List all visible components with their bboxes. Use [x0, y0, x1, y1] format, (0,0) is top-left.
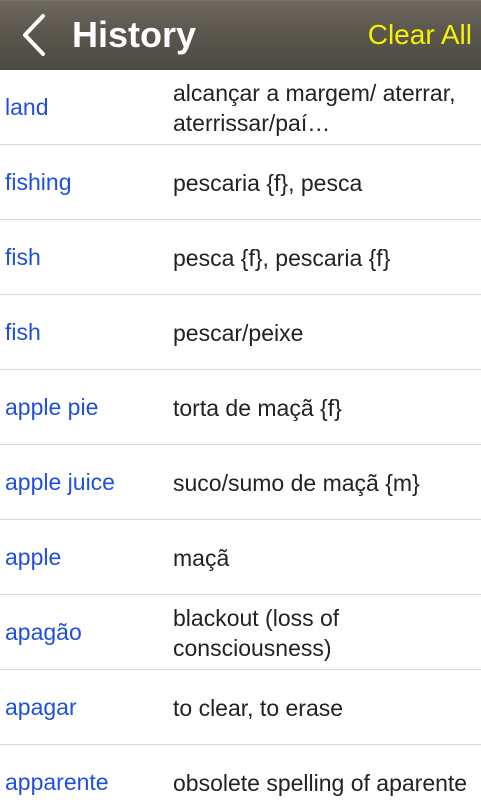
list-item-term: apagar: [5, 693, 77, 720]
list-item-term: apagão: [5, 618, 82, 645]
list-item-definition: obsolete spelling of aparente: [173, 770, 468, 796]
list-item-definition: to clear, to erase: [173, 695, 344, 721]
page-title: History: [72, 14, 197, 55]
list-item-term: fishing: [5, 168, 72, 195]
list-item[interactable]: apple juice suco/sumo de maçã {m}: [0, 445, 481, 520]
history-list: land alcançar a margem/ aterrar, aterris…: [0, 70, 481, 800]
list-item[interactable]: apagar to clear, to erase: [0, 670, 481, 745]
list-item-definition: maçã: [173, 545, 230, 571]
list-item[interactable]: apagão blackout (loss of consciousness): [0, 595, 481, 670]
clear-all-button[interactable]: Clear All: [368, 14, 472, 56]
list-item[interactable]: fish pescar/peixe: [0, 295, 481, 370]
chevron-left-icon: [23, 14, 45, 56]
list-item-term: fish: [5, 243, 41, 270]
list-item-definition: pescaria {f}, pesca: [173, 170, 363, 196]
navigation-bar: History Clear All: [0, 0, 481, 70]
list-item[interactable]: land alcançar a margem/ aterrar, aterris…: [0, 70, 481, 145]
list-item-term: apple: [5, 543, 62, 570]
list-item-term: apple juice: [5, 468, 115, 495]
list-item-term: apple pie: [5, 393, 99, 420]
list-item-term: apparente: [5, 768, 109, 795]
list-item[interactable]: apple pie torta de maçã {f}: [0, 370, 481, 445]
list-item-definition: pescar/peixe: [173, 320, 304, 346]
list-item-definition: torta de maçã {f}: [173, 395, 342, 421]
list-item[interactable]: apparente obsolete spelling of aparente: [0, 745, 481, 800]
list-item-definition: blackout (loss of consciousness): [173, 605, 340, 661]
back-button[interactable]: [14, 10, 54, 60]
list-item-term: fish: [5, 318, 41, 345]
list-item-definition: pesca {f}, pescaria {f}: [173, 245, 391, 271]
list-item-definition: alcançar a margem/ aterrar, aterrissar/p…: [173, 80, 456, 136]
list-item-term: land: [5, 93, 49, 120]
list-item[interactable]: fishing pescaria {f}, pesca: [0, 145, 481, 220]
list-item[interactable]: fish pesca {f}, pescaria {f}: [0, 220, 481, 295]
list-item[interactable]: apple maçã: [0, 520, 481, 595]
list-item-definition: suco/sumo de maçã {m}: [173, 470, 420, 496]
